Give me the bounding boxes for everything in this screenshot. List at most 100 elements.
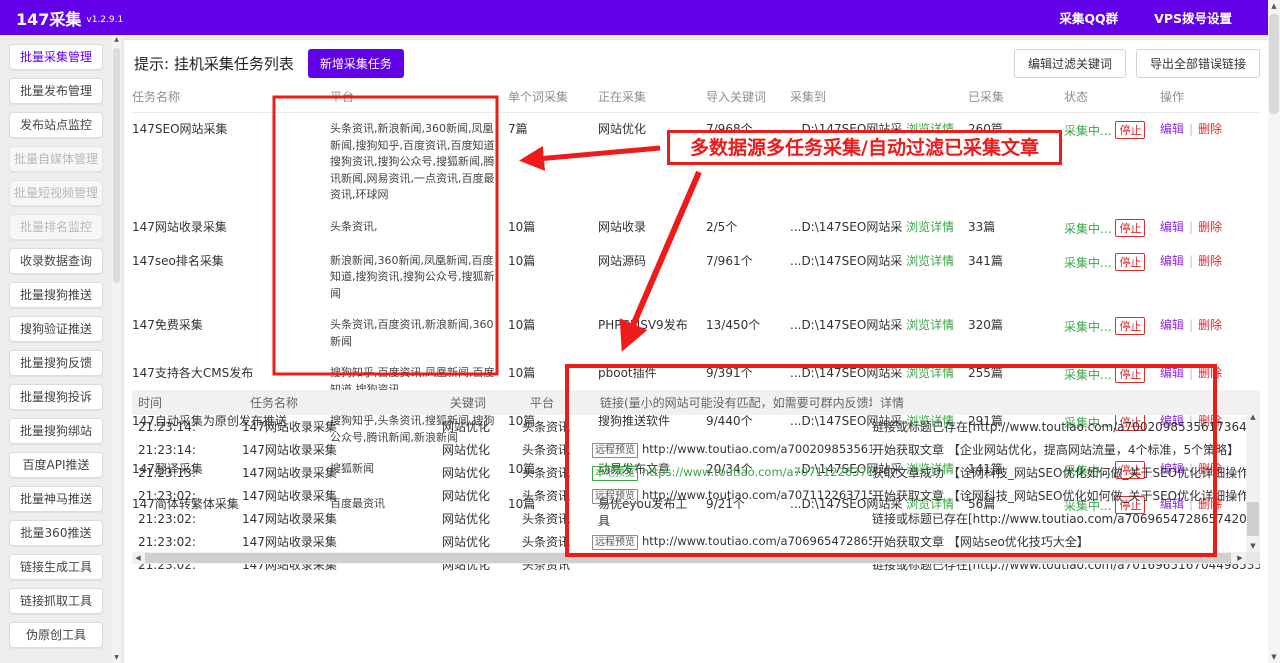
log-detail-cell: 链接或标题已存在[http://www.toutiao.com/a7069654…: [872, 512, 1260, 526]
task-save-path: ...D:\147SEO网站采: [790, 219, 907, 234]
sidebar-item-7[interactable]: 批量搜狗推送: [9, 282, 103, 308]
task-collected-cell: 341篇: [968, 253, 1003, 268]
sidebar-item-9[interactable]: 批量搜狗反馈: [9, 350, 103, 376]
task-delete-link[interactable]: 删除: [1198, 254, 1222, 268]
task-collected-cell: 320篇: [968, 318, 1003, 333]
task-stop-button[interactable]: 停止: [1115, 252, 1146, 271]
task-edit-link[interactable]: 编辑: [1160, 122, 1184, 136]
task-stop-button[interactable]: 停止: [1115, 218, 1146, 237]
log-platform-cell: 头条资讯: [522, 466, 571, 480]
logs-vscroll-thumb[interactable]: [1247, 502, 1259, 536]
task-save-path: ...D:\147SEO网站采: [790, 366, 907, 381]
sidebar-item-11[interactable]: 批量搜狗绑站: [9, 418, 103, 444]
task-edit-link[interactable]: 编辑: [1160, 318, 1184, 332]
log-link-url[interactable]: https://www.toutiao.com/a707112263715771…: [642, 465, 872, 479]
edit-filter-keywords-button[interactable]: 编辑过滤关键词: [1013, 48, 1126, 78]
logs-scroll-right-icon[interactable]: ▶: [1234, 552, 1246, 564]
ops-separator: |: [1189, 318, 1194, 333]
sidebar-scroll-up-icon[interactable]: ▲: [112, 35, 121, 45]
task-delete-link[interactable]: 删除: [1198, 122, 1222, 136]
log-preview-tag[interactable]: 远程预览: [592, 488, 638, 504]
nav-qq-group[interactable]: 采集QQ群: [1059, 8, 1118, 27]
sidebar-item-14[interactable]: 批量360推送: [9, 520, 103, 546]
tasks-column-4: 导入关键词: [706, 84, 790, 113]
ops-separator: |: [1189, 253, 1194, 268]
task-view-detail-link[interactable]: 浏览详情: [906, 254, 954, 268]
task-view-detail-link[interactable]: 浏览详情: [906, 220, 954, 234]
logs-horizontal-scrollbar[interactable]: ◀ ▶: [132, 552, 1246, 564]
log-time-cell: 21:23:13:: [138, 465, 196, 480]
logs-section: 时间任务名称关键词平台链接(量小的网站可能没有匹配，如需要可群内反馈增加规则)详…: [132, 390, 1260, 576]
task-edit-link[interactable]: 编辑: [1160, 220, 1184, 234]
sidebar-scroll-down-icon[interactable]: ▼: [112, 653, 121, 663]
task-edit-link[interactable]: 编辑: [1160, 366, 1184, 380]
task-collecting-cell: 网站源码: [598, 253, 647, 268]
task-view-detail-link[interactable]: 浏览详情: [906, 122, 954, 136]
log-link-url[interactable]: http://www.toutiao.com/a7071122637157712…: [642, 488, 872, 502]
sidebar-scrollbar[interactable]: ▲ ▼: [112, 35, 121, 663]
sidebar-item-13[interactable]: 批量神马推送: [9, 486, 103, 512]
log-link-url[interactable]: http://www.toutiao.com/a7069654728657420…: [642, 534, 872, 548]
export-error-links-button[interactable]: 导出全部错误链接: [1135, 48, 1260, 78]
task-stop-button[interactable]: 停止: [1115, 121, 1146, 139]
task-delete-link[interactable]: 删除: [1198, 318, 1222, 332]
log-row: 21:23:02: 147网站收录采集 网站优化 头条资讯 远程预览 http://www…: [132, 484, 1260, 507]
logs-scroll-left-icon[interactable]: ◀: [132, 552, 144, 564]
sidebar-item-12[interactable]: 百度API推送: [9, 452, 103, 478]
app-header: 147采集 v1.2.9.1 采集QQ群 VPS拨号设置: [0, 0, 1268, 35]
logs-column-5: 详情: [872, 390, 1260, 415]
page-scroll-thumb[interactable]: [1269, 14, 1279, 114]
task-delete-link[interactable]: 删除: [1198, 366, 1222, 380]
sidebar-item-0[interactable]: 批量采集管理: [9, 44, 103, 70]
new-task-button[interactable]: 新增采集任务: [307, 48, 404, 78]
task-save-path: ...D:\147SEO网站采: [790, 318, 907, 333]
log-task-cell: 147网站收录采集: [242, 489, 337, 503]
task-delete-link[interactable]: 删除: [1198, 220, 1222, 234]
logs-hscroll-thumb[interactable]: [145, 553, 1231, 563]
task-stop-button[interactable]: 停止: [1115, 365, 1146, 384]
task-stop-button[interactable]: 停止: [1115, 317, 1146, 336]
log-keyword-cell: 网站优化: [442, 466, 491, 480]
sidebar-item-2[interactable]: 发布站点监控: [9, 112, 103, 138]
log-preview-tag[interactable]: 远程预览: [592, 442, 638, 458]
log-link-cell: 远程预览 http://www.toutiao.com/a700209853561…: [592, 438, 872, 461]
sidebar-item-16[interactable]: 链接抓取工具: [9, 588, 103, 614]
sidebar-item-15[interactable]: 链接生成工具: [9, 554, 103, 580]
log-link-url[interactable]: http://www.toutiao.com/a7002098535617364…: [642, 442, 872, 456]
task-collecting-cell: 网站收录: [598, 219, 647, 234]
toolbar: 提示: 挂机采集任务列表 新增采集任务 编辑过滤关键词 导出全部错误链接: [134, 48, 1260, 78]
ops-separator: |: [1189, 122, 1194, 136]
task-edit-link[interactable]: 编辑: [1160, 254, 1184, 268]
sidebar-item-17[interactable]: 伪原创工具: [9, 622, 103, 648]
log-detail-cell: 开始获取文章 【企业网站优化，提高网站流量，4个标准，5个策略】: [872, 443, 1240, 457]
sidebar-scroll-thumb[interactable]: [113, 48, 120, 283]
task-keywords-cell: 13/450个: [706, 318, 761, 333]
page-scroll-down-icon[interactable]: ▼: [1268, 651, 1280, 663]
sidebar-item-10[interactable]: 批量搜狗投诉: [9, 384, 103, 410]
log-link-cell: 远程预览 http://www.toutiao.com/a706965472865…: [592, 530, 872, 553]
log-preview-tag[interactable]: 本地预览: [592, 465, 638, 481]
task-platforms-cell: 新浪新闻,360新闻,凤凰新闻,百度知道,搜狗资讯,搜狗公众号,搜狐新闻: [330, 253, 495, 300]
log-row: 21:23:13: 147网站收录采集 网站优化 头条资讯 本地预览 https://ww…: [132, 461, 1260, 484]
logs-vertical-scrollbar[interactable]: ▲ ▼: [1246, 412, 1260, 552]
task-save-path-cell: ...D:\147SEO网站采 浏览详情: [790, 309, 968, 357]
task-save-path-cell: ...D:\147SEO网站采 浏览详情: [790, 211, 968, 245]
sidebar-item-6[interactable]: 收录数据查询: [9, 248, 103, 274]
sidebar-item-8[interactable]: 搜狗验证推送: [9, 316, 103, 342]
sidebar-item-1[interactable]: 批量发布管理: [9, 78, 103, 104]
log-platform-cell: 头条资讯: [522, 512, 571, 526]
tasks-column-7: 状态: [1064, 84, 1160, 113]
task-ops-cell: 编辑 | 删除: [1160, 309, 1260, 357]
logs-scroll-down-icon[interactable]: ▼: [1246, 541, 1260, 552]
tasks-column-5: 采集到: [790, 84, 968, 113]
logs-scroll-up-icon[interactable]: ▲: [1246, 412, 1260, 423]
task-ops-cell: 编辑 | 删除: [1160, 211, 1260, 245]
log-preview-tag[interactable]: 远程预览: [592, 534, 638, 550]
task-view-detail-link[interactable]: 浏览详情: [906, 318, 954, 332]
task-view-detail-link[interactable]: 浏览详情: [906, 366, 954, 380]
page-scroll-up-icon[interactable]: ▲: [1268, 0, 1280, 12]
logs-column-0: 时间: [132, 390, 242, 415]
nav-vps-settings[interactable]: VPS拨号设置: [1154, 8, 1232, 27]
log-task-cell: 147网站收录采集: [242, 535, 337, 549]
page-scrollbar[interactable]: ▲ ▼: [1268, 0, 1280, 663]
